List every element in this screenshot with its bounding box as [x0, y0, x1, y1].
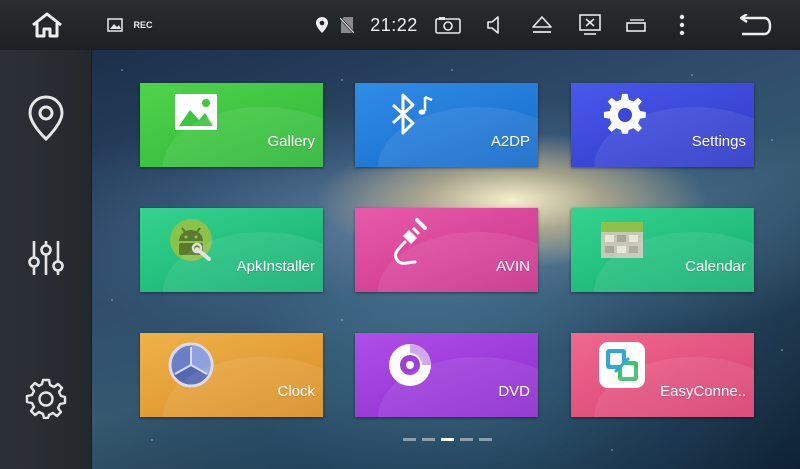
gallery-icon [173, 92, 219, 132]
app-tile-apkinstaller[interactable]: ApkInstaller [140, 208, 323, 292]
notification-image [105, 0, 125, 50]
sidebar-settings-button[interactable] [0, 358, 92, 438]
app-tile-settings[interactable]: Settings [571, 83, 754, 167]
page-dot[interactable] [479, 438, 492, 441]
app-tile-avin[interactable]: AVIN [355, 208, 538, 292]
app-tile-gallery[interactable]: Gallery [140, 83, 323, 167]
android-installer-icon [167, 215, 217, 265]
app-tile-a2dp[interactable]: A2DP [355, 83, 538, 167]
close-app-button[interactable] [575, 0, 605, 50]
recent-apps-icon [626, 19, 646, 32]
settings-gear-icon [25, 378, 67, 419]
home-button[interactable] [24, 0, 70, 50]
page-dot[interactable] [422, 438, 435, 441]
volume-icon [487, 16, 499, 34]
recent-apps-button[interactable] [622, 0, 650, 50]
bluetooth-music-icon [385, 91, 437, 139]
screenshot-icon [435, 17, 461, 34]
page-dot[interactable] [403, 438, 416, 441]
location-icon [316, 17, 328, 33]
app-label: A2DP [490, 133, 530, 150]
page-indicator [403, 438, 492, 442]
page-dot[interactable] [460, 438, 473, 441]
close-app-icon [579, 14, 601, 35]
screenshot-button[interactable] [432, 0, 464, 50]
rec-label: REC [133, 20, 153, 30]
eject-button[interactable] [527, 0, 557, 50]
more-button[interactable] [672, 0, 692, 50]
app-label: AVIN [496, 258, 530, 275]
app-label: EasyConne.. [660, 383, 746, 400]
app-label: DVD [498, 383, 530, 400]
settings-icon [603, 92, 647, 136]
image-icon [107, 18, 123, 32]
eject-icon [532, 16, 552, 33]
location-status [312, 0, 332, 50]
app-tile-calendar[interactable]: Calendar [571, 208, 754, 292]
equalizer-icon [28, 241, 64, 275]
no-sim-icon [340, 17, 354, 34]
sidebar-navigation-button[interactable] [0, 78, 92, 158]
app-label: Settings [691, 133, 746, 150]
more-icon [679, 14, 685, 36]
app-label: Clock [277, 383, 315, 400]
easyconnect-icon [598, 341, 646, 389]
back-button[interactable] [732, 0, 776, 50]
app-label: Calendar [685, 258, 746, 275]
sidebar [0, 50, 92, 469]
calendar-icon [599, 220, 645, 260]
sim-status [337, 0, 357, 50]
location-pin-icon [28, 95, 64, 142]
status-bar: REC 21:22 [0, 0, 800, 50]
av-cable-icon [387, 216, 431, 268]
home-icon [32, 12, 62, 38]
status-time: 21:22 [370, 14, 418, 35]
clock: 21:22 [368, 0, 420, 50]
app-tile-clock[interactable]: Clock [140, 333, 323, 417]
app-tile-dvd[interactable]: DVD [355, 333, 538, 417]
app-label: Gallery [267, 133, 315, 150]
app-tile-easyconnect[interactable]: EasyConne.. [571, 333, 754, 417]
back-icon [739, 14, 772, 36]
clock-icon [167, 341, 215, 389]
sidebar-equalizer-button[interactable] [0, 218, 92, 298]
disc-icon [386, 341, 434, 389]
app-label: ApkInstaller [236, 258, 315, 275]
volume-button[interactable] [482, 0, 508, 50]
page-dot-active[interactable] [441, 438, 454, 441]
rec-indicator: REC [130, 0, 156, 50]
